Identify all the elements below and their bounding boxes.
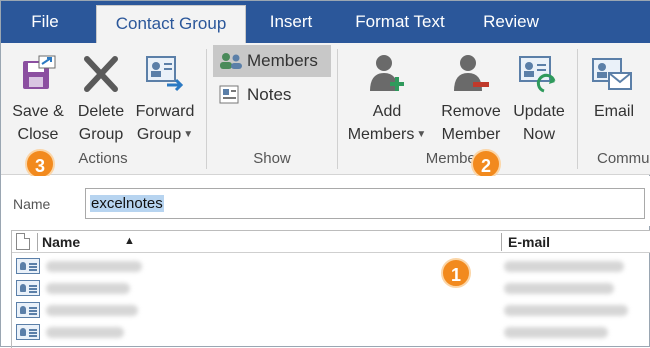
members-table: Name ▲ E-mail [11,230,650,348]
remove-member-label-1: Remove [441,103,501,120]
delete-x-icon [84,56,118,92]
remove-member-icon [454,55,489,91]
callout-badge-3: 3 [25,149,55,179]
members-icon [220,53,242,69]
update-now-label-1: Update [513,103,565,120]
name-row: Name excelnotes [1,176,650,226]
add-members-label-2: Members ▼ [343,124,431,146]
tab-format-text[interactable]: Format Text [341,1,459,43]
delete-group-label-1: Delete [77,103,125,120]
email-button[interactable]: Email [583,51,645,151]
save-close-icon [23,55,56,89]
blurred-email [504,305,628,316]
tab-file[interactable]: File [11,1,79,43]
column-header-name[interactable]: Name [42,234,80,250]
notes-icon [219,85,239,104]
name-input[interactable]: excelnotes [85,188,645,219]
tab-insert[interactable]: Insert [253,1,329,43]
email-icon [592,58,632,90]
blurred-email [504,283,614,294]
add-member-icon [370,55,404,91]
table-row[interactable] [12,277,650,299]
notes-view-button[interactable]: Notes [213,79,331,111]
members-view-button[interactable]: Members [213,45,331,77]
callout-badge-1: 1 [441,258,471,288]
add-members-label-2-text: Members [347,126,415,144]
ribbon: Save & Close Delete Group Forward Group ▼… [1,43,650,175]
sort-ascending-icon: ▲ [124,235,135,247]
group-divider [337,49,338,169]
blurred-name [46,261,142,272]
contact-card-icon [16,280,40,296]
group-label-communicate: Commu [597,150,650,167]
add-members-button[interactable]: Add Members ▼ [343,51,431,151]
group-label-show: Show [253,150,291,167]
callout-badge-2: 2 [471,149,501,179]
tab-review[interactable]: Review [473,1,549,43]
contact-card-icon [16,258,40,274]
table-header: Name ▲ E-mail [12,231,650,253]
email-label: Email [593,103,634,120]
add-members-label-1: Add [372,103,402,120]
document-icon [16,233,30,250]
group-label-members: Members [425,150,489,167]
update-now-icon [519,56,556,93]
update-now-label-2: Now [522,126,555,143]
remove-member-button[interactable]: Remove Member [433,51,509,151]
forward-group-icon [146,56,184,92]
contact-card-icon [16,324,40,340]
save-close-button[interactable]: Save & Close [5,51,71,151]
chevron-down-icon: ▼ [416,129,427,140]
name-label: Name [13,196,51,212]
column-divider[interactable] [501,233,502,251]
tab-contact-group[interactable]: Contact Group [96,5,246,43]
blurred-name [46,327,124,338]
forward-group-label-1: Forward [135,103,195,120]
members-view-label: Members [247,51,318,70]
remove-member-label-2: Member [441,126,501,143]
save-close-label-2: Close [17,126,59,143]
delete-group-button[interactable]: Delete Group [71,51,131,151]
column-header-email[interactable]: E-mail [508,234,550,250]
table-row[interactable] [12,255,650,277]
notes-view-label: Notes [247,85,292,104]
update-now-button[interactable]: Update Now [509,51,569,151]
chevron-down-icon: ▼ [183,129,194,140]
contact-card-icon [16,302,40,318]
blurred-name [46,283,130,294]
name-input-value: excelnotes [90,195,164,212]
ribbon-tab-bar: File Contact Group Insert Format Text Re… [1,1,650,43]
table-row[interactable] [12,321,650,343]
blurred-email [504,327,608,338]
save-close-label-1: Save & [12,103,64,120]
forward-group-label-2: Group ▼ [132,124,198,146]
forward-group-button[interactable]: Forward Group ▼ [132,51,198,151]
table-row[interactable] [12,299,650,321]
column-divider[interactable] [37,233,38,251]
blurred-email [504,261,624,272]
group-divider [577,49,578,169]
delete-group-label-2: Group [78,126,124,143]
blurred-name [46,305,138,316]
group-divider [206,49,207,169]
forward-group-label-2-text: Group [136,126,182,144]
